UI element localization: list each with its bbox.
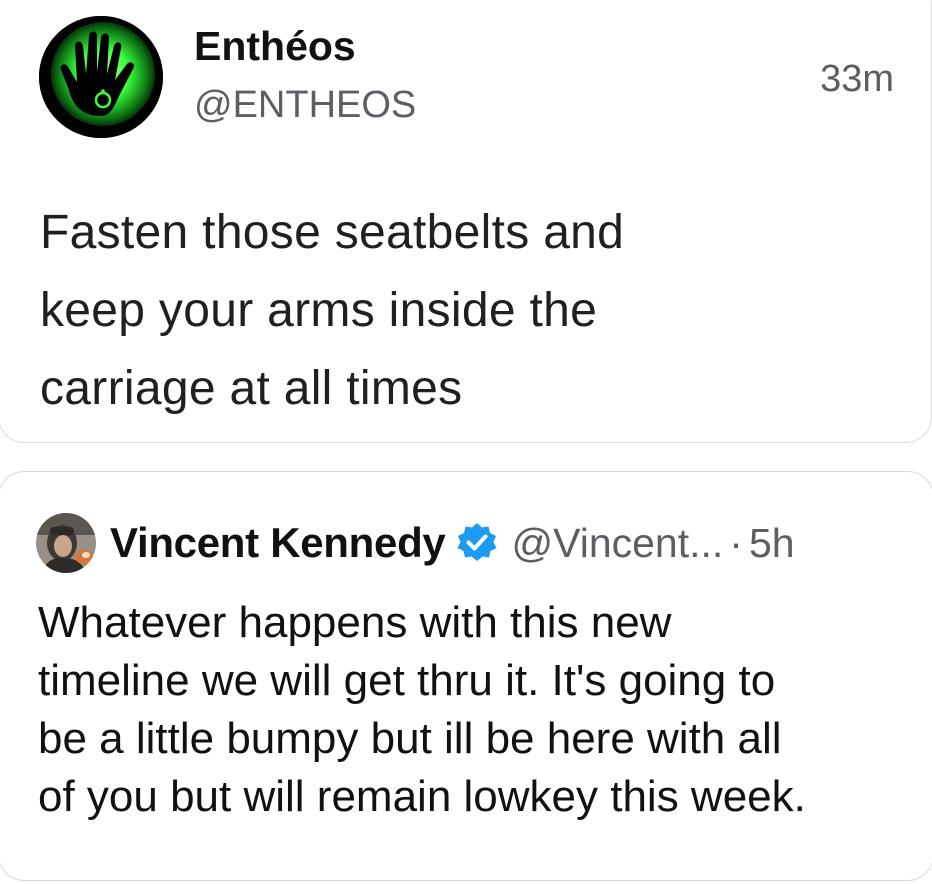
quoted-text-line: be a little bumpy but ill be here with a… [38, 714, 782, 763]
post-text-line: Fasten those seatbelts and [40, 206, 625, 259]
quoted-author-name[interactable]: Vincent Kennedy [110, 519, 446, 567]
quoted-text-line: timeline we will get thru it. It's going… [38, 656, 776, 705]
quoted-author-avatar[interactable] [36, 513, 96, 573]
quoted-text-line: of you but will remain lowkey this week. [38, 772, 806, 821]
avatar-photo-icon [36, 513, 96, 573]
author-avatar[interactable] [39, 16, 163, 138]
author-handle[interactable]: @ENTHEOS [194, 82, 416, 128]
quoted-post-text: Whatever happens with this new timeline … [38, 594, 908, 826]
quoted-author-handle[interactable]: @Vincent... [511, 520, 723, 567]
quoted-text-line: Whatever happens with this new [38, 598, 672, 647]
separator-dot: · [729, 519, 743, 566]
post-text-line: carriage at all times [40, 362, 463, 415]
verified-badge-icon [455, 521, 499, 565]
glowing-hand-icon [39, 16, 163, 138]
post-text-line: keep your arms inside the [40, 284, 598, 337]
post-timestamp[interactable]: 33m [820, 56, 894, 102]
post-text: Fasten those seatbelts and keep your arm… [40, 194, 900, 428]
quoted-timestamp[interactable]: 5h [749, 520, 795, 567]
quoted-post-header: Vincent Kennedy @Vincent... · 5h [36, 512, 795, 574]
author-name[interactable]: Enthéos [194, 22, 356, 70]
